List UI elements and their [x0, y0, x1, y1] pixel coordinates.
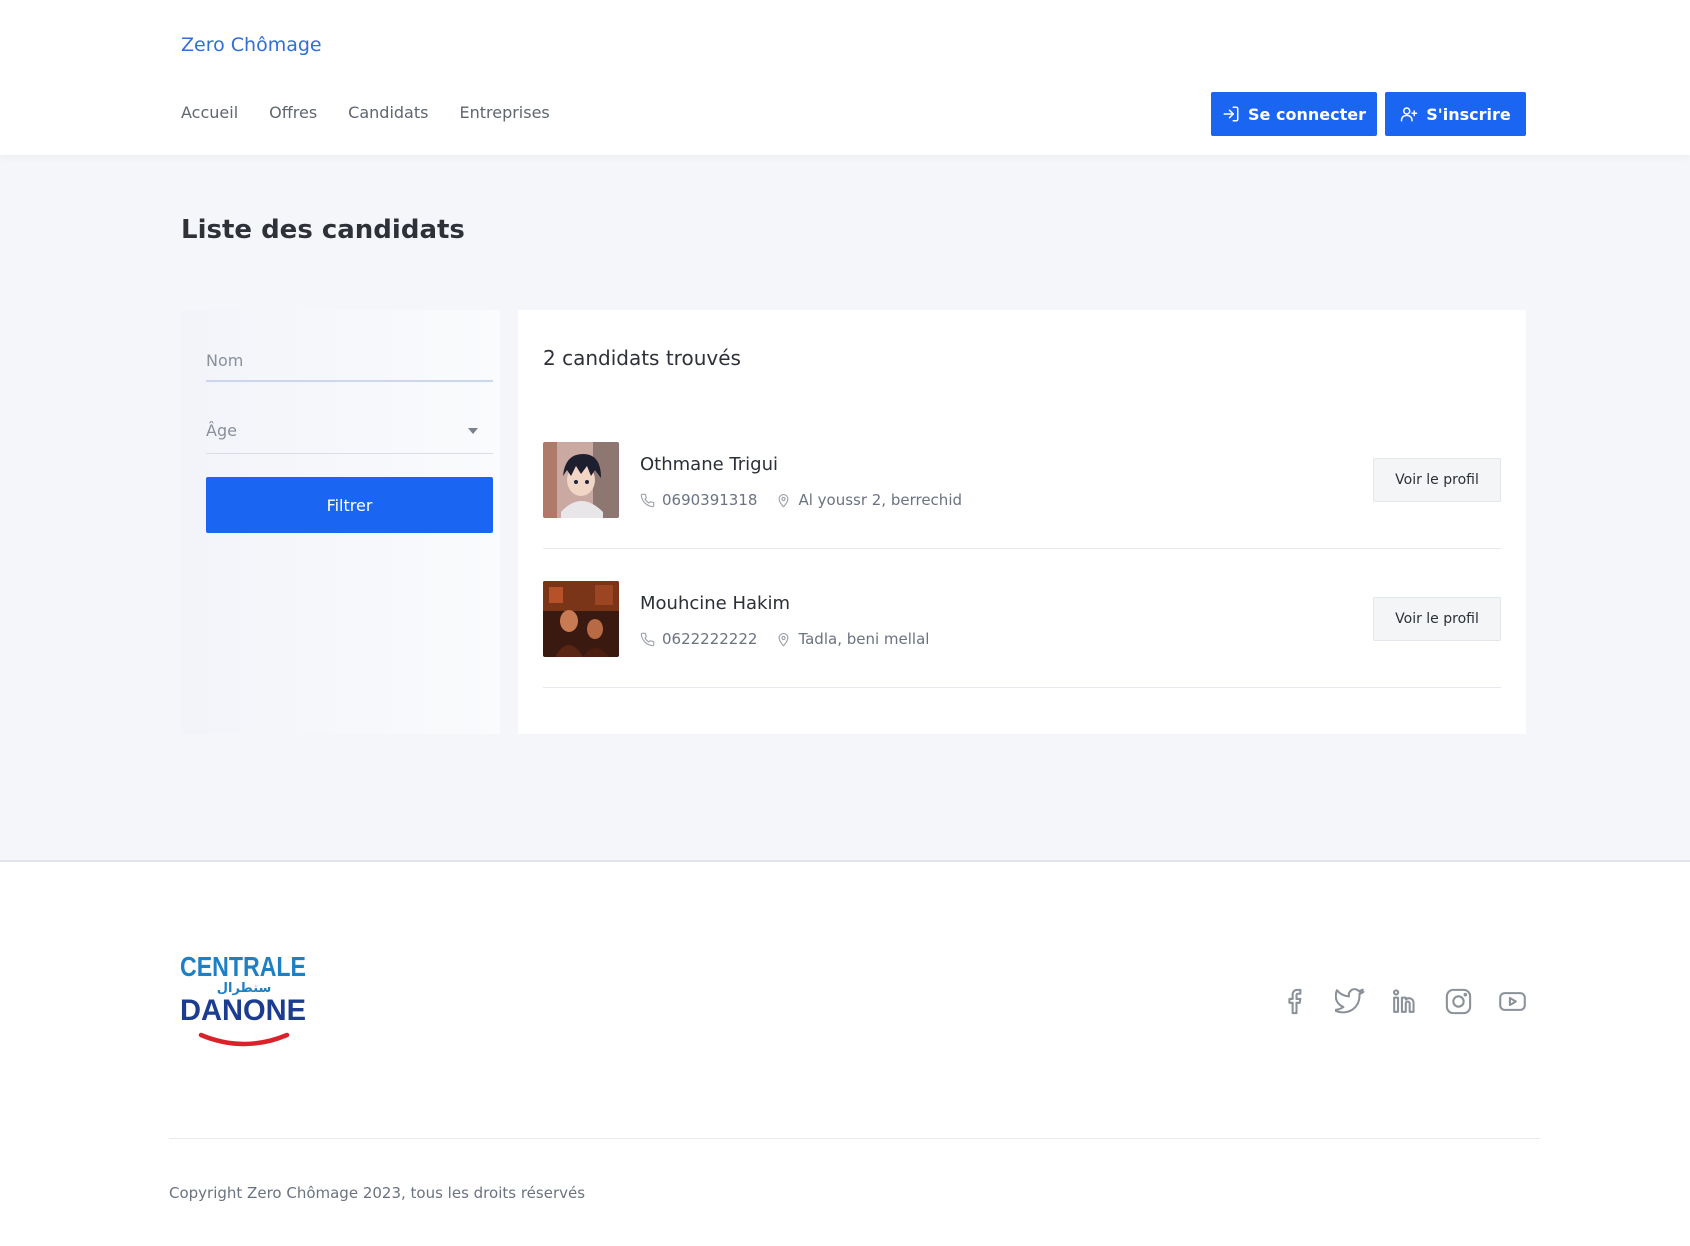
youtube-icon[interactable] [1497, 986, 1528, 1017]
main-nav: Accueil Offres Candidats Entreprises [181, 103, 550, 122]
name-filter-input[interactable] [206, 340, 493, 382]
nav-offres[interactable]: Offres [269, 103, 317, 122]
results-panel: 2 candidats trouvés Othmane Trigui 06903… [518, 310, 1526, 734]
location-pin-icon [779, 493, 789, 507]
brand-link[interactable]: Zero Chômage [181, 34, 322, 56]
login-icon [1223, 106, 1239, 122]
phone-icon [640, 493, 655, 507]
svg-text:DANONE: DANONE [180, 994, 306, 1027]
results-count: 2 candidats trouvés [543, 346, 741, 370]
copyright-text: Copyright Zero Chômage 2023, tous les dr… [169, 1184, 586, 1202]
candidate-row: Othmane Trigui 0690391318 Al youssr 2, b… [543, 410, 1501, 549]
candidate-row: Mouhcine Hakim 0622222222 Tadla, beni me… [543, 549, 1501, 688]
candidate-avatar [543, 581, 619, 657]
linkedin-icon[interactable] [1389, 986, 1420, 1017]
view-profile-button[interactable]: Voir le profil [1373, 597, 1501, 641]
age-select[interactable]: Âge [206, 408, 493, 454]
svg-text:CENTRALE: CENTRALE [180, 951, 306, 982]
filter-button[interactable]: Filtrer [206, 477, 493, 533]
candidate-phone: 0622222222 [662, 630, 758, 648]
filter-panel: Âge Filtrer [181, 310, 500, 734]
nav-accueil[interactable]: Accueil [181, 103, 238, 122]
candidate-name[interactable]: Othmane Trigui [640, 454, 778, 475]
twitter-icon[interactable] [1332, 986, 1366, 1017]
candidate-meta: 0622222222 Tadla, beni mellal [640, 630, 929, 648]
login-label: Se connecter [1248, 104, 1366, 124]
candidate-name[interactable]: Mouhcine Hakim [640, 593, 790, 614]
candidate-phone: 0690391318 [662, 491, 758, 509]
candidate-meta: 0690391318 Al youssr 2, berrechid [640, 491, 962, 509]
instagram-icon[interactable] [1443, 986, 1474, 1017]
user-plus-icon [1401, 107, 1418, 122]
candidate-address: Al youssr 2, berrechid [798, 491, 963, 509]
centrale-danone-logo: CENTRALE سنطرال DANONE [180, 951, 306, 1047]
signup-button[interactable]: S'inscrire [1385, 92, 1526, 136]
login-button[interactable]: Se connecter [1211, 92, 1377, 136]
social-links [1281, 986, 1528, 1017]
chevron-down-icon [468, 427, 478, 434]
nav-candidats[interactable]: Candidats [348, 103, 428, 122]
main-content: Liste des candidats Âge Filtrer 2 candid… [0, 155, 1690, 860]
footer-divider [169, 1138, 1540, 1139]
facebook-icon[interactable] [1281, 986, 1312, 1017]
view-profile-button[interactable]: Voir le profil [1373, 458, 1501, 502]
age-select-placeholder: Âge [206, 421, 237, 440]
candidate-avatar [543, 442, 619, 518]
candidate-list: Othmane Trigui 0690391318 Al youssr 2, b… [543, 410, 1501, 688]
site-footer: CENTRALE سنطرال DANONE Copyright Zero Ch… [0, 860, 1690, 1246]
phone-icon [640, 632, 655, 646]
candidate-address: Tadla, beni mellal [798, 630, 930, 648]
location-pin-icon [779, 632, 789, 646]
nav-entreprises[interactable]: Entreprises [459, 103, 549, 122]
site-header: Zero Chômage Accueil Offres Candidats En… [0, 0, 1690, 155]
signup-label: S'inscrire [1426, 104, 1511, 124]
page-title: Liste des candidats [181, 215, 465, 245]
